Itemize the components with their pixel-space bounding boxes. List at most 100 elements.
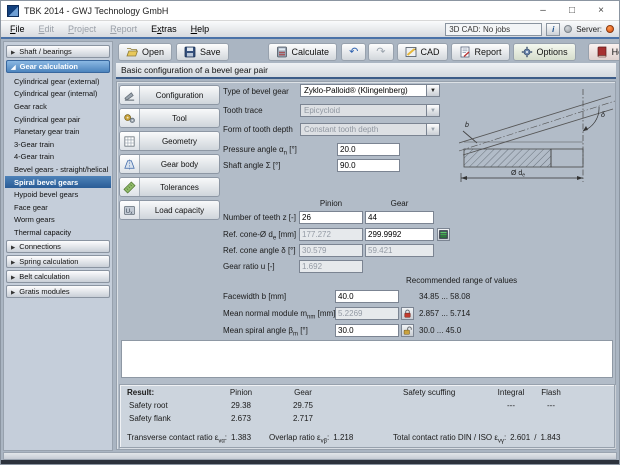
sidebar-item-4-gear-train[interactable]: 4-Gear train — [5, 151, 111, 164]
ref-cone-diameter-label: Ref. cone-Ø de [mm] — [223, 230, 296, 242]
sidebar-item-3-gear-train[interactable]: 3-Gear train — [5, 138, 111, 151]
open-folder-icon — [126, 46, 138, 58]
sidebar-item-cylindrical-gear-pair[interactable]: Cylindrical gear pair — [5, 113, 111, 126]
tab-load-capacity[interactable]: Ux Load capacity — [119, 200, 220, 220]
shaft-angle-label: Shaft angle Σ [°] — [223, 161, 281, 170]
undo-button[interactable] — [341, 43, 366, 61]
safety-root-gear-value: 29.75 — [278, 401, 328, 410]
cad-info-button[interactable]: i — [546, 23, 560, 36]
sidebar-item-cylindrical-gear-internal[interactable]: Cylindrical gear (internal) — [5, 88, 111, 101]
sidebar-item-face-gear[interactable]: Face gear — [5, 201, 111, 214]
transverse-contact-ratio: Transverse contact ratio εvα:1.383 — [127, 433, 251, 445]
menu-edit: Edit — [32, 22, 62, 36]
tab-tool[interactable]: Tool — [119, 108, 220, 128]
module-lock-button[interactable] — [401, 307, 414, 320]
cad-status-led — [564, 25, 572, 33]
save-disk-icon — [184, 46, 196, 58]
type-of-bevel-gear-select[interactable]: Zyklo-Palloid® (Klingelnberg) — [300, 84, 440, 97]
message-box — [121, 340, 613, 378]
sidebar-section-gratis-modules[interactable]: Gratis modules — [6, 285, 110, 298]
overlap-ratio: Overlap ratio εvβ:1.218 — [269, 433, 353, 445]
expanded-triangle-icon — [11, 62, 16, 71]
minimize-button[interactable]: – — [531, 2, 555, 20]
safety-root-flash-value: --- — [531, 401, 571, 410]
mean-spiral-angle-input[interactable] — [335, 324, 399, 337]
results-title: Result: — [127, 388, 154, 397]
teeth-gear-input[interactable] — [365, 211, 434, 224]
tab-geometry[interactable]: Geometry — [119, 131, 220, 151]
safety-flank-gear-value: 2.717 — [278, 414, 328, 423]
sidebar-item-worm-gears[interactable]: Worm gears — [5, 214, 111, 227]
cone-diameter-gear-input[interactable] — [365, 228, 434, 241]
pressure-angle-label: Pressure angle αn [°] — [223, 145, 297, 157]
mean-spiral-angle-label: Mean spiral angle βm [°] — [223, 326, 308, 338]
server-status-led — [606, 25, 614, 33]
help-button[interactable]: Help — [588, 43, 620, 61]
facewidth-label: Facewidth b [mm] — [223, 292, 286, 301]
menu-report: Report — [103, 22, 144, 36]
spiral-range: 30.0 ... 45.0 — [419, 326, 461, 335]
chevron-down-icon[interactable] — [426, 85, 439, 96]
svg-text:U: U — [126, 208, 130, 214]
geometry-grid-icon — [120, 132, 140, 150]
sidebar-section-shaft-bearings[interactable]: Shaft / bearings — [6, 45, 110, 58]
collapsed-triangle-icon — [11, 242, 15, 251]
sidebar-item-thermal-capacity[interactable]: Thermal capacity — [5, 226, 111, 239]
tab-tolerances[interactable]: Tolerances — [119, 177, 220, 197]
tab-gear-body[interactable]: Gear body — [119, 154, 220, 174]
sidebar-section-spring-calculation[interactable]: Spring calculation — [6, 255, 110, 268]
bevel-gear-diagram: b δ Ø de — [459, 85, 617, 185]
sidebar-item-bevel-gears-straight-helical[interactable]: Bevel gears - straight/helical — [5, 163, 111, 176]
sidebar-item-cylindrical-gear-external[interactable]: Cylindrical gear (external) — [5, 75, 111, 88]
menu-bar: File Edit Project Report Extras Help 3D … — [1, 21, 619, 39]
title-bar: TBK 2014 - GWJ Technology GmbH – □ × — [1, 1, 619, 21]
flash-header: Flash — [531, 388, 571, 397]
menu-extras[interactable]: Extras — [144, 22, 184, 36]
type-of-bevel-gear-label: Type of bevel gear — [223, 87, 289, 96]
options-button[interactable]: Options — [513, 43, 576, 61]
facewidth-input[interactable] — [335, 290, 399, 303]
page-title: Basic configuration of a bevel gear pair — [116, 63, 616, 79]
shaft-angle-input[interactable] — [337, 159, 400, 172]
app-logo-icon — [7, 5, 19, 17]
teeth-pinion-input[interactable] — [299, 211, 363, 224]
menu-project: Project — [61, 22, 103, 36]
chevron-down-icon — [426, 124, 439, 135]
safety-root-integral-value: --- — [491, 401, 531, 410]
redo-icon — [376, 47, 385, 57]
save-button[interactable]: Save — [176, 43, 229, 61]
spiral-lock-button[interactable] — [401, 324, 414, 337]
close-button[interactable]: × — [589, 2, 613, 20]
results-gear-header: Gear — [278, 388, 328, 397]
report-button[interactable]: Report — [451, 43, 510, 61]
pressure-angle-input[interactable] — [337, 143, 400, 156]
window-title: TBK 2014 - GWJ Technology GmbH — [24, 6, 526, 16]
collapsed-triangle-icon — [11, 257, 15, 266]
open-button[interactable]: Open — [118, 43, 172, 61]
closed-padlock-icon — [403, 309, 412, 318]
number-of-teeth-label: Number of teeth z [-] — [223, 213, 296, 222]
sidebar-item-planetary-gear-train[interactable]: Planetary gear train — [5, 125, 111, 138]
sidebar-section-gear-calculation[interactable]: Gear calculation — [6, 60, 110, 73]
cone-angle-gear-input — [365, 244, 434, 257]
safety-scuffing-header: Safety scuffing — [403, 388, 455, 397]
sidebar-item-hypoid-bevel-gears[interactable]: Hypoid bevel gears — [5, 188, 111, 201]
ref-cone-angle-label: Ref. cone angle δ [°] — [223, 246, 296, 255]
main-toolbar: Open Save Calculate CAD Report Options H… — [116, 42, 616, 62]
svg-text:Ø de: Ø de — [511, 170, 525, 179]
maximize-button[interactable]: □ — [560, 2, 584, 20]
sidebar-section-connections[interactable]: Connections — [6, 240, 110, 253]
menu-file[interactable]: File — [3, 22, 32, 36]
calculate-button[interactable]: Calculate — [268, 43, 338, 61]
configuration-icon — [120, 86, 140, 104]
cad-button[interactable]: CAD — [397, 43, 448, 61]
sidebar-section-belt-calculation[interactable]: Belt calculation — [6, 270, 110, 283]
cone-diameter-calc-button[interactable] — [437, 228, 450, 241]
server-label: Server: — [576, 25, 602, 34]
menu-help[interactable]: Help — [184, 22, 217, 36]
sidebar-item-spiral-bevel-gears[interactable]: Spiral bevel gears — [5, 176, 111, 189]
tolerances-ruler-icon — [120, 178, 140, 196]
sidebar-item-gear-rack[interactable]: Gear rack — [5, 100, 111, 113]
tab-configuration[interactable]: Configuration — [119, 85, 220, 105]
help-book-icon — [596, 46, 608, 58]
